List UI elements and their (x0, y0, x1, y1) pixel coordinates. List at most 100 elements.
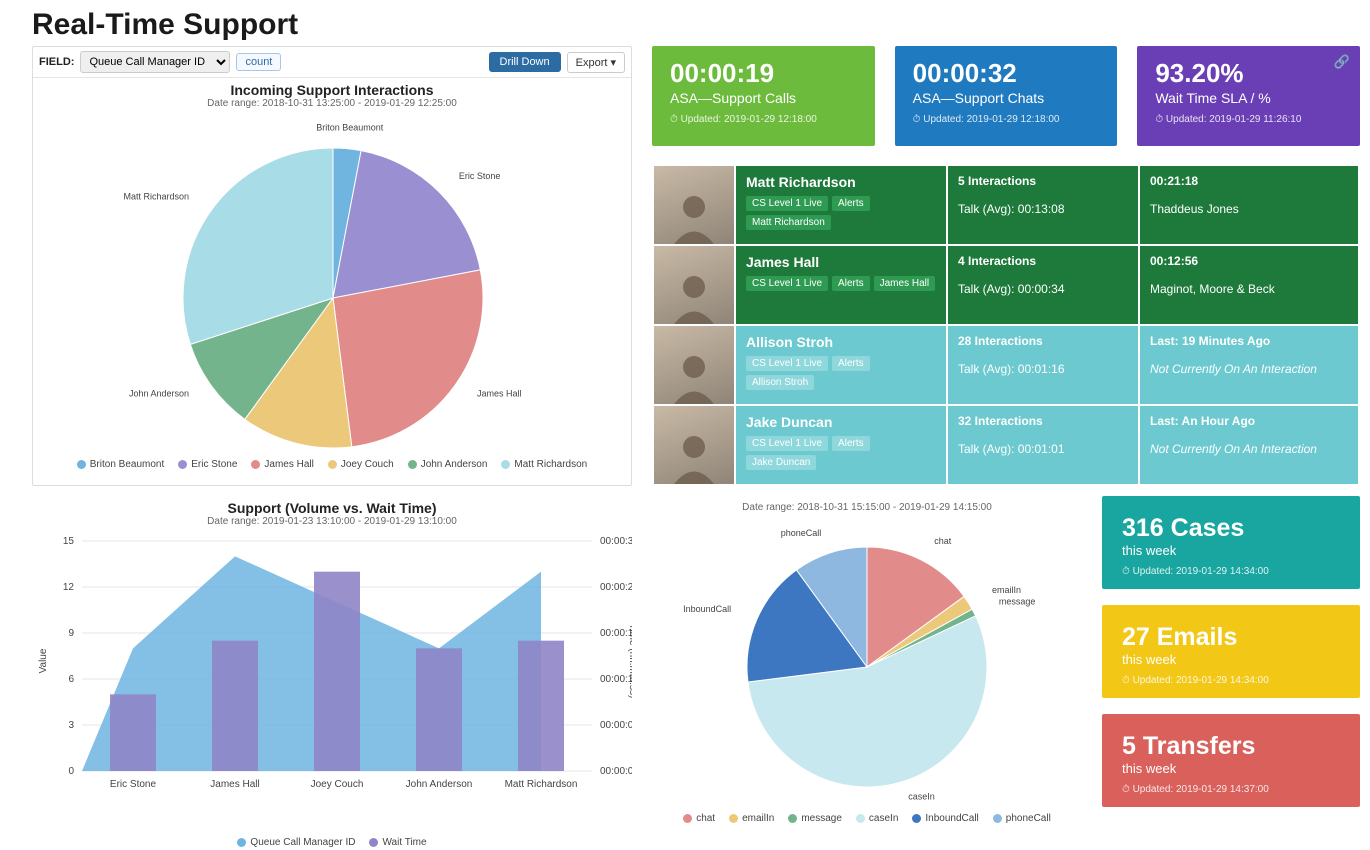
kpi-label: ASA—Support Calls (670, 90, 857, 106)
agent-name: Allison Stroh (746, 334, 936, 350)
legend-item[interactable]: caseIn (856, 813, 898, 824)
agent-row[interactable]: James Hall CS Level 1 Live Alerts James Hal… (654, 246, 1358, 324)
agent-interactions: 32 Interactions (958, 414, 1128, 428)
agent-avatar (654, 246, 734, 324)
agent-status-time: 00:12:56 (1150, 254, 1348, 268)
side-kpi-1[interactable]: 27 Emailsthis week⏱ Updated: 2019-01-29 … (1102, 605, 1360, 698)
agent-interactions: 4 Interactions (958, 254, 1128, 268)
volume-wait-panel: Support (Volume vs. Wait Time) Date rang… (32, 496, 632, 850)
legend-item[interactable]: James Hall (251, 459, 313, 470)
svg-text:Joey Couch: Joey Couch (311, 779, 364, 790)
agent-name: Matt Richardson (746, 174, 936, 190)
legend-item[interactable]: message (788, 813, 842, 824)
side-kpi-0[interactable]: 316 Casesthis week⏱ Updated: 2019-01-29 … (1102, 496, 1360, 589)
svg-text:John Anderson: John Anderson (406, 779, 473, 790)
svg-text:caseIn: caseIn (908, 792, 935, 802)
agent-status-time: 00:21:18 (1150, 174, 1348, 188)
kpi-card-1[interactable]: 00:00:32ASA—Support Chats⏱ Updated: 2019… (895, 46, 1118, 146)
channel-pie-chart[interactable]: chatemailInmessagecaseInInboundCallphone… (652, 517, 1082, 807)
drill-down-button[interactable]: Drill Down (489, 52, 561, 72)
kpi-card-0[interactable]: 00:00:19ASA—Support Calls⏱ Updated: 2019… (652, 46, 875, 146)
svg-text:Value: Value (38, 648, 49, 673)
agent-tag: CS Level 1 Live (746, 276, 828, 291)
svg-text:emailIn: emailIn (992, 585, 1021, 595)
agent-name: Jake Duncan (746, 414, 936, 430)
svg-text:phoneCall: phoneCall (781, 528, 822, 538)
side-kpi-updated: ⏱ Updated: 2019-01-29 14:34:00 (1122, 566, 1340, 577)
agent-avatar (654, 166, 734, 244)
svg-text:chat: chat (934, 536, 952, 546)
pie1-legend: Briton Beaumont Eric Stone James Hall Joey … (33, 453, 631, 472)
agent-context: Maginot, Moore & Beck (1150, 282, 1348, 296)
agent-interactions: 28 Interactions (958, 334, 1128, 348)
legend-item[interactable]: InboundCall (912, 813, 978, 824)
pie1-title: Incoming Support Interactions (33, 82, 631, 98)
agent-interactions: 5 Interactions (958, 174, 1128, 188)
agent-avatar (654, 326, 734, 404)
agent-context: Thaddeus Jones (1150, 202, 1348, 216)
agent-tag: CS Level 1 Live (746, 436, 828, 451)
svg-text:Matt Richardson: Matt Richardson (505, 779, 578, 790)
pie2-legend: chat emailIn message caseIn InboundCall phone… (652, 807, 1082, 826)
agent-tag: Alerts (832, 276, 870, 291)
legend-item[interactable]: Wait Time (369, 837, 426, 848)
agent-row[interactable]: Allison StrohCS Level 1 LiveAlertsAlliso… (654, 326, 1358, 404)
legend-item[interactable]: Matt Richardson (501, 459, 587, 470)
agent-table: Matt RichardsonCS Level 1 LiveAlertsMatt… (652, 164, 1360, 486)
legend-item[interactable]: John Anderson (408, 459, 488, 470)
agent-tag: Jake Duncan (746, 455, 816, 470)
count-button[interactable]: count (236, 53, 281, 71)
incoming-interactions-panel: FIELD: Queue Call Manager ID count Drill… (32, 46, 632, 486)
agent-tag: Alerts (832, 436, 870, 451)
kpi-card-2[interactable]: 🔗93.20%Wait Time SLA / %⏱ Updated: 2019-… (1137, 46, 1360, 146)
agent-talk-avg: Talk (Avg): 00:00:34 (958, 282, 1128, 296)
legend-item[interactable]: chat (683, 813, 715, 824)
agent-avatar (654, 406, 734, 484)
svg-text:00:00:06: 00:00:06 (600, 720, 632, 731)
agent-tag: James Hall (874, 276, 935, 291)
agent-tag: Allison Stroh (746, 375, 814, 390)
agent-tag: CS Level 1 Live (746, 356, 828, 371)
legend-item[interactable]: phoneCall (993, 813, 1051, 824)
field-label: FIELD: (39, 56, 74, 68)
agent-name: James Hall (746, 254, 936, 270)
agent-tag: Matt Richardson (746, 215, 831, 230)
svg-text:00:00:24: 00:00:24 (600, 582, 632, 593)
svg-text:0: 0 (68, 766, 74, 777)
svg-text:9: 9 (68, 628, 74, 639)
field-select[interactable]: Queue Call Manager ID (80, 51, 230, 73)
agent-tag: Alerts (832, 196, 870, 211)
agent-row[interactable]: Matt RichardsonCS Level 1 LiveAlertsMatt… (654, 166, 1358, 244)
side-kpi-label: this week (1122, 652, 1340, 667)
kpi-value: 00:00:32 (913, 60, 1100, 86)
legend-item[interactable]: Joey Couch (328, 459, 394, 470)
agent-context: Not Currently On An Interaction (1150, 442, 1348, 456)
side-kpi-2[interactable]: 5 Transfersthis week⏱ Updated: 2019-01-2… (1102, 714, 1360, 807)
legend-item[interactable]: Briton Beaumont (77, 459, 165, 470)
side-kpi-updated: ⏱ Updated: 2019-01-29 14:37:00 (1122, 784, 1340, 795)
volume-wait-chart[interactable]: 0369121500:00:0000:00:0600:00:1200:00:18… (32, 531, 632, 811)
svg-text:Eric Stone: Eric Stone (110, 779, 157, 790)
legend-item[interactable]: Queue Call Manager ID (237, 837, 355, 848)
svg-text:Time (hh:mm:ss): Time (hh:mm:ss) (627, 624, 632, 699)
kpi-label: Wait Time SLA / % (1155, 90, 1342, 106)
svg-text:00:00:30: 00:00:30 (600, 536, 632, 547)
kpi-updated: ⏱ Updated: 2019-01-29 11:26:10 (1155, 114, 1342, 125)
svg-text:Eric Stone: Eric Stone (459, 171, 501, 181)
side-kpi-updated: ⏱ Updated: 2019-01-29 14:34:00 (1122, 675, 1340, 686)
bar-title: Support (Volume vs. Wait Time) (32, 500, 632, 516)
kpi-value: 00:00:19 (670, 60, 857, 86)
incoming-pie-chart[interactable]: Briton BeaumontEric StoneJames HallJoey … (33, 113, 633, 453)
svg-text:Matt Richardson: Matt Richardson (123, 191, 189, 201)
svg-text:James Hall: James Hall (210, 779, 259, 790)
svg-text:James Hall: James Hall (477, 389, 522, 399)
legend-item[interactable]: Eric Stone (178, 459, 237, 470)
link-icon: 🔗 (1334, 54, 1350, 70)
svg-text:00:00:00: 00:00:00 (600, 766, 632, 777)
svg-text:15: 15 (63, 536, 75, 547)
export-button[interactable]: Export ▾ (567, 52, 625, 73)
legend-item[interactable]: emailIn (729, 813, 774, 824)
svg-text:InboundCall: InboundCall (683, 604, 731, 614)
agent-row[interactable]: Jake Duncan CS Level 1 Live Alerts Jake Dun… (654, 406, 1358, 484)
side-kpi-column: 316 Casesthis week⏱ Updated: 2019-01-29 … (1102, 496, 1360, 850)
